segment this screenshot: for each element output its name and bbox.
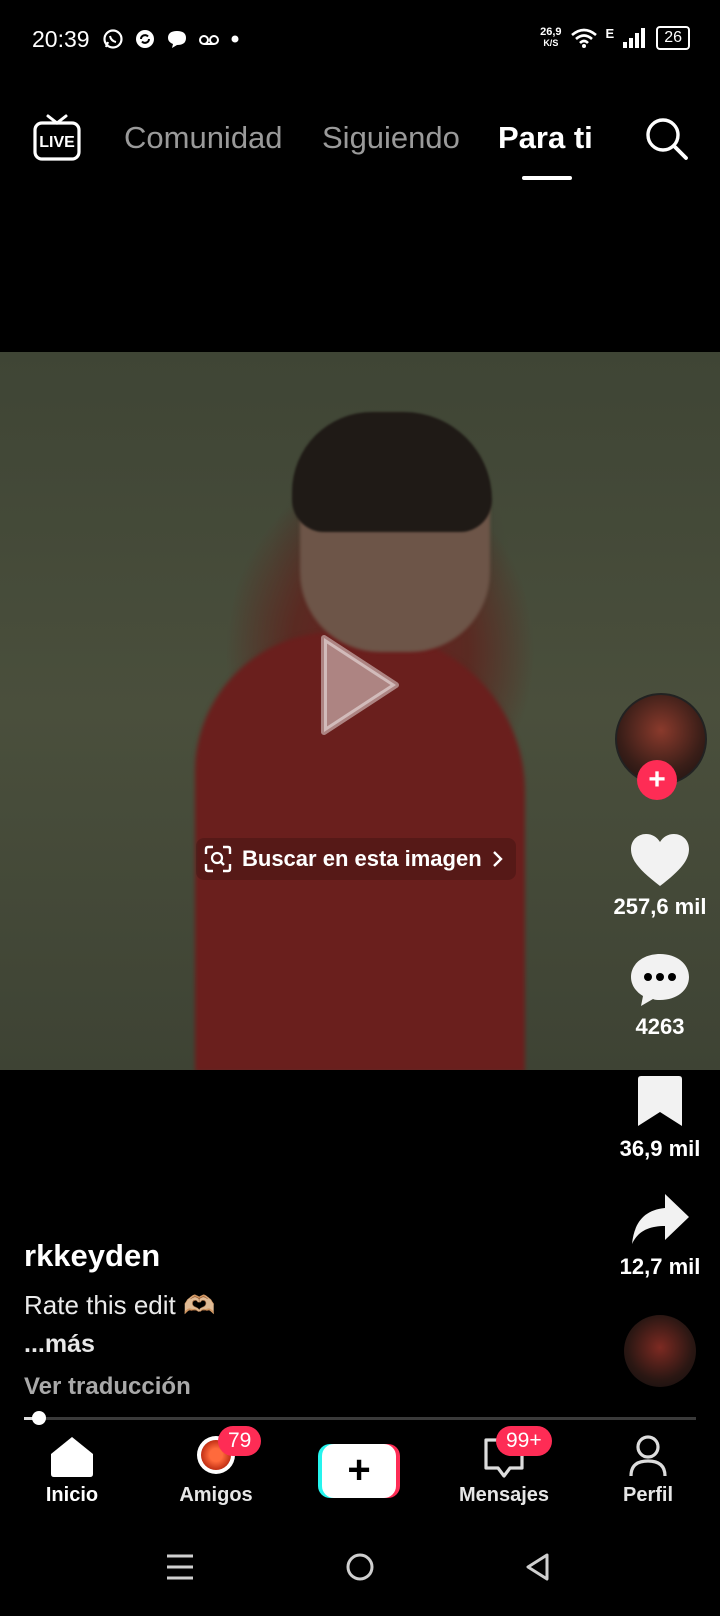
live-icon: LIVE [33, 114, 81, 161]
active-tab-indicator [522, 176, 572, 180]
inbox-badge: 99+ [496, 1426, 552, 1456]
image-search-button[interactable]: Buscar en esta imagen [196, 838, 516, 880]
system-icons: 26,9 K/S E 26 [540, 26, 690, 50]
share-count: 12,7 mil [619, 1254, 701, 1279]
friends-badge: 79 [218, 1426, 262, 1456]
share-button[interactable]: 12,7 mil [600, 1190, 720, 1280]
nav-inbox-label: Mensajes [458, 1484, 550, 1506]
play-icon [321, 635, 399, 735]
nav-home-label: Inicio [45, 1484, 99, 1506]
heart-icon [631, 834, 689, 886]
svg-text:LIVE: LIVE [39, 134, 75, 151]
net-speed: 26,9 K/S [540, 27, 561, 49]
live-button[interactable]: LIVE [32, 114, 82, 167]
home-circle-icon[interactable] [345, 1552, 375, 1582]
like-button[interactable]: 257,6 mil [600, 832, 720, 920]
notification-icons [102, 28, 240, 50]
tab-para-ti[interactable]: Para ti [498, 120, 593, 156]
comment-count: 4263 [635, 1014, 685, 1039]
video-subject-hair [292, 412, 492, 532]
feed-top-nav: LIVE Comunidad Siguiendo Para ti [0, 100, 720, 180]
status-time: 20:39 [32, 26, 90, 52]
search-button[interactable] [642, 114, 690, 167]
status-bar: 20:39 26,9 K/S E 26 [0, 0, 720, 80]
net-speed-unit: K/S [543, 38, 559, 48]
profile-icon [629, 1435, 667, 1477]
network-type: E [605, 26, 615, 41]
comment-button[interactable]: 4263 [600, 952, 720, 1040]
video-progress-handle[interactable] [32, 1411, 46, 1425]
nav-profile-label: Perfil [622, 1484, 674, 1506]
voicemail-icon [199, 35, 219, 45]
music-disc[interactable] [624, 1315, 696, 1387]
system-nav-bar [0, 1540, 720, 1616]
see-translation-link[interactable]: Ver traducción [24, 1373, 191, 1401]
like-count: 257,6 mil [613, 894, 707, 919]
post-caption: Rate this edit 🫶🏼 [24, 1290, 216, 1320]
battery-indicator: 26 [656, 26, 690, 50]
plus-icon: + [648, 763, 666, 796]
plus-icon: + [322, 1444, 396, 1498]
creator-username[interactable]: rkkeyden [24, 1238, 160, 1274]
chevron-right-icon [492, 851, 503, 867]
back-icon[interactable] [523, 1552, 553, 1582]
save-button[interactable]: 36,9 mil [600, 1074, 720, 1162]
dot-icon [231, 35, 239, 43]
scan-search-icon [204, 845, 232, 873]
chat-bubble-icon [168, 31, 186, 48]
follow-button[interactable]: + [637, 760, 677, 800]
tab-comunidad[interactable]: Comunidad [124, 120, 283, 156]
signal-icon [623, 28, 646, 48]
nav-friends-label: Amigos [179, 1484, 253, 1506]
net-speed-value: 26,9 [540, 26, 562, 38]
create-button[interactable]: + [318, 1444, 400, 1498]
search-icon [646, 118, 688, 160]
image-search-label: Buscar en esta imagen [242, 846, 482, 871]
recent-apps-icon[interactable] [165, 1552, 195, 1582]
bottom-nav: Inicio 79 Amigos + 99+ Mensajes Perfil [0, 1426, 720, 1528]
share-arrow-icon [632, 1194, 689, 1244]
home-icon [51, 1437, 93, 1477]
bookmark-icon [638, 1076, 682, 1126]
video-progress-bar[interactable] [24, 1417, 696, 1420]
tab-siguiendo[interactable]: Siguiendo [322, 120, 460, 156]
play-button[interactable] [318, 630, 402, 745]
caption-more-link[interactable]: ...más [24, 1330, 95, 1359]
wifi-icon [570, 28, 597, 48]
save-count: 36,9 mil [619, 1136, 701, 1161]
sync-icon [136, 30, 154, 48]
comment-icon [631, 954, 689, 1006]
whatsapp-icon [103, 29, 123, 49]
